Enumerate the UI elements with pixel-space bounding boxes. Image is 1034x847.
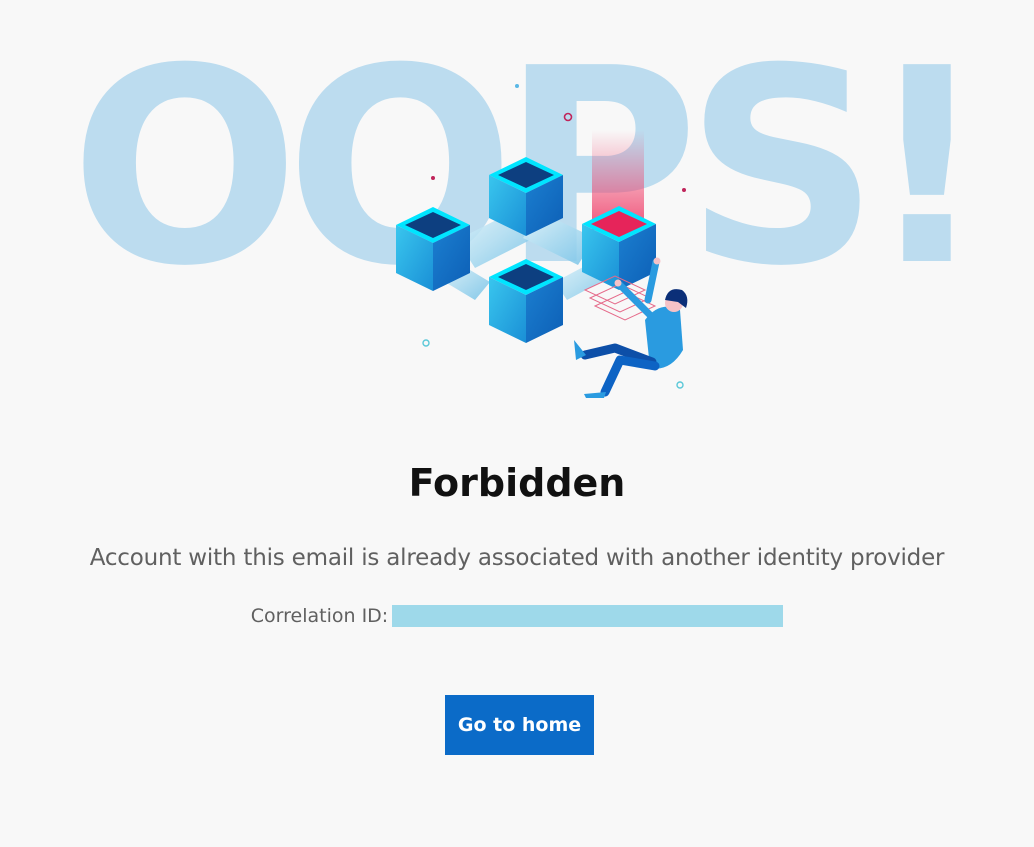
error-message: Account with this email is already assoc…: [89, 545, 945, 571]
go-to-home-button[interactable]: Go to home: [445, 695, 594, 755]
error-title: Forbidden: [408, 461, 626, 505]
hero: OOPS!: [0, 0, 1034, 420]
cube-left: [396, 207, 470, 291]
correlation-id-row: Correlation ID:: [0, 602, 1034, 630]
cube-bottom: [489, 259, 563, 343]
blockchain-illustration: [396, 84, 688, 398]
correlation-id-label: Correlation ID:: [250, 605, 389, 627]
correlation-id-value-redacted: [392, 605, 784, 627]
